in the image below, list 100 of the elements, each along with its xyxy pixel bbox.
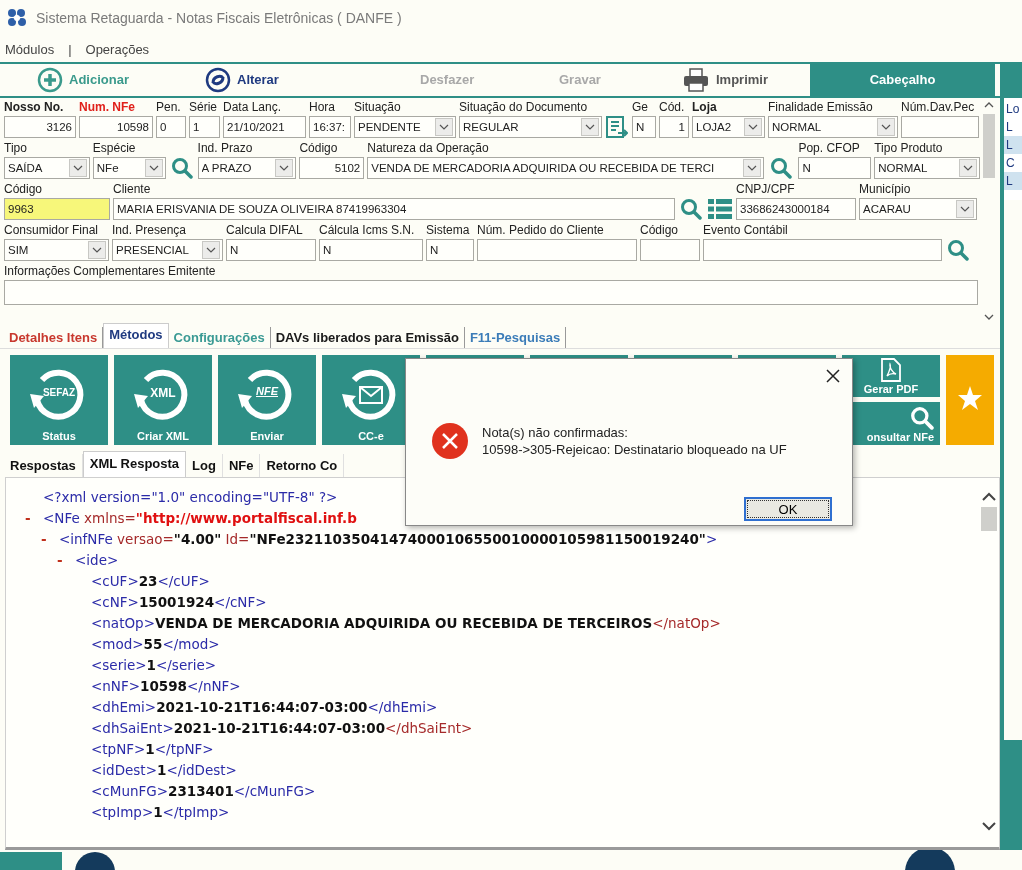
field-label: Núm.Dav.Pec	[901, 99, 976, 114]
response-tab[interactable]: Respostas	[4, 453, 83, 477]
input-field[interactable]: N	[426, 238, 474, 261]
field-label: Pen.	[156, 99, 182, 114]
dropdown-icon[interactable]	[88, 240, 106, 259]
scroll-up-icon[interactable]	[984, 101, 994, 108]
input-field[interactable]: 9963	[4, 197, 110, 220]
input-field[interactable]	[901, 115, 979, 138]
dropdown-field[interactable]: ACARAU	[859, 197, 977, 220]
input-field[interactable]: N	[632, 115, 656, 138]
dropdown-icon[interactable]	[581, 117, 599, 136]
dropdown-icon[interactable]	[744, 117, 762, 136]
dropdown-icon[interactable]	[68, 158, 87, 177]
search-icon[interactable]	[170, 156, 193, 179]
field-label: Loja	[692, 99, 718, 114]
document-arrow-icon[interactable]	[606, 115, 628, 138]
xml-line: <idDest>1</idDest>	[91, 762, 237, 779]
dropdown-field[interactable]: NORMAL	[874, 156, 980, 179]
xml-line: <natOp>VENDA DE MERCADORIA ADQUIRIDA OU RECEBIDA DE TERCEIROS</natOp>	[91, 615, 721, 632]
dropdown-field[interactable]: SAÍDA	[4, 156, 90, 179]
list-icon[interactable]	[708, 197, 732, 220]
side-list-item[interactable]: L	[1004, 172, 1022, 190]
field-label: Hora	[309, 99, 336, 114]
collapse-toggle[interactable]: -	[25, 510, 43, 527]
xml-line: <mod>55</mod>	[91, 636, 220, 653]
dropdown-field[interactable]: VENDA DE MERCADORIA ADQUIRIDA OU RECEBIDA DE TERCI	[367, 156, 765, 179]
input-field[interactable]: N	[798, 156, 872, 179]
side-list-item[interactable]: L	[1004, 118, 1022, 136]
scroll-down-icon[interactable]	[982, 822, 996, 831]
field-label: Finalidade Emissão	[768, 99, 874, 114]
xml-line: <cNF>15001924</cNF>	[91, 594, 267, 611]
input-field[interactable]: 3126	[4, 115, 76, 138]
collapse-toggle[interactable]: -	[41, 531, 59, 548]
close-button[interactable]	[824, 367, 842, 385]
section-tab[interactable]: F11-Pesquisas	[464, 326, 567, 348]
side-list-item[interactable]: L	[1004, 136, 1022, 154]
section-tab[interactable]: DAVs liberados para Emissão	[270, 326, 465, 348]
search-icon[interactable]	[680, 197, 702, 220]
dropdown-field[interactable]: SIM	[4, 238, 109, 261]
collapse-toggle[interactable]: -	[57, 552, 75, 569]
input-field[interactable]: 16:37:	[309, 115, 351, 138]
menu-item[interactable]: Operações	[85, 41, 150, 57]
dropdown-icon[interactable]	[275, 158, 294, 177]
method-button[interactable]: SEFAZ Status	[10, 354, 108, 445]
dropdown-icon[interactable]	[877, 117, 895, 136]
dropdown-icon[interactable]	[959, 158, 977, 177]
input-field[interactable]: 0	[156, 115, 186, 138]
icon-caption: XML	[149, 385, 177, 400]
ok-button[interactable]: OK	[744, 497, 832, 521]
dropdown-icon[interactable]	[144, 158, 163, 177]
dropdown-field[interactable]: PENDENTE	[354, 115, 456, 138]
menu-item[interactable]: Módulos	[5, 41, 55, 57]
dropdown-icon[interactable]	[435, 117, 453, 136]
field-label: CNPJ/CPF	[736, 181, 796, 196]
dropdown-field[interactable]: NORMAL	[768, 115, 898, 138]
input-field[interactable]	[703, 238, 942, 261]
input-field[interactable]: N	[226, 238, 316, 261]
dropdown-field[interactable]: LOJA2	[692, 115, 765, 138]
method-button[interactable]: XML Criar XML	[114, 354, 212, 445]
search-icon[interactable]	[947, 238, 969, 261]
input-field[interactable]: N	[319, 238, 423, 261]
response-tab[interactable]: Log	[186, 453, 223, 477]
input-field[interactable]: 10598	[79, 115, 153, 138]
dropdown-icon[interactable]	[956, 199, 974, 218]
search-icon[interactable]	[910, 405, 934, 430]
input-field[interactable]: 5102	[299, 156, 365, 179]
scroll-thumb[interactable]	[981, 506, 997, 531]
scroll-up-icon[interactable]	[982, 491, 996, 501]
scroll-down-icon[interactable]	[984, 313, 994, 320]
dropdown-field[interactable]: REGULAR	[459, 115, 602, 138]
section-tab[interactable]: Métodos	[103, 322, 169, 348]
dropdown-icon[interactable]	[743, 158, 762, 177]
field-label: Cliente	[113, 181, 152, 196]
input-field[interactable]: 21/10/2021	[223, 115, 306, 138]
dropdown-field[interactable]: A PRAZO	[197, 156, 297, 179]
dropdown-field[interactable]: NFe	[92, 156, 166, 179]
input-field[interactable]	[477, 238, 637, 261]
dropdown-icon[interactable]	[202, 240, 220, 259]
input-field[interactable]	[4, 279, 978, 305]
input-field[interactable]: 33686243000184	[736, 197, 856, 220]
side-list-item[interactable]: C	[1004, 154, 1022, 172]
toolbar-button[interactable]: Alterar	[203, 65, 281, 94]
side-list-item[interactable]: Lo	[1004, 100, 1022, 118]
xml-line: <serie>1</serie>	[91, 657, 217, 674]
close-icon	[826, 369, 840, 383]
search-icon[interactable]	[770, 156, 793, 179]
response-tab[interactable]: NFe	[222, 453, 261, 477]
scroll-thumb[interactable]	[983, 113, 995, 178]
response-tab[interactable]: Retorno Co	[260, 453, 345, 477]
input-field[interactable]: 1	[189, 115, 220, 138]
input-field[interactable]	[640, 238, 700, 261]
method-button[interactable]: NFE Enviar	[218, 354, 316, 445]
toolbar-button[interactable]: Imprimir	[680, 65, 770, 94]
field-label: Cálcula Icms S.N.	[319, 222, 416, 237]
input-field[interactable]: MARIA ERISVANIA DE SOUZA OLIVEIRA 87419963304	[113, 197, 675, 220]
response-tab[interactable]: XML Resposta	[82, 450, 187, 477]
header-tab[interactable]: Cabeçalho	[810, 64, 995, 96]
input-field[interactable]: 1	[659, 115, 689, 138]
field-label: Calcula DIFAL	[226, 222, 304, 237]
dropdown-field[interactable]: PRESENCIAL	[112, 238, 223, 261]
